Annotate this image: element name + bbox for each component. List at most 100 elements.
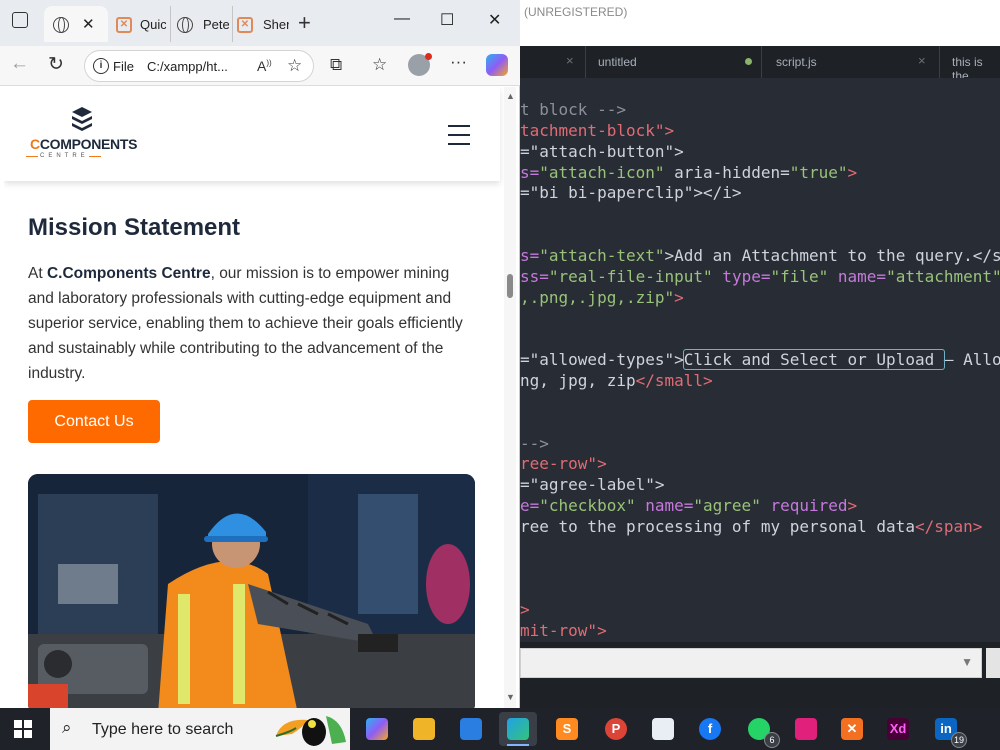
browser-tab[interactable]: ✕ Quic (110, 6, 168, 42)
code-token: required (760, 496, 848, 516)
maximize-button[interactable]: ☐ (440, 10, 454, 30)
favorite-star-icon[interactable]: ☆ (287, 56, 302, 76)
code-token: > (674, 287, 684, 307)
company-name: C.Components Centre (46, 265, 211, 282)
code-token: "attachment" (886, 266, 1000, 286)
close-icon[interactable]: × (918, 53, 926, 68)
code-line[interactable]: > (520, 600, 530, 619)
browser-window: ✕ ✕ Quic Pete ✕ Sher + — ☐ ✕ ← ↻ i File … (0, 0, 520, 708)
notification-badge: 19 (951, 732, 967, 748)
code-token: ="allowed-types"> (520, 350, 684, 370)
taskbar-search[interactable]: ⌕ Type here to search (50, 708, 350, 750)
browser-tab-label: Quic (140, 17, 166, 32)
close-icon[interactable]: × (566, 53, 574, 68)
taskbar-app-store[interactable] (452, 712, 490, 746)
find-input[interactable]: ▼ (520, 648, 982, 678)
logo-wordmark[interactable]: CCOMPONENTS (30, 136, 137, 152)
active-indicator (507, 744, 529, 746)
code-token: type= (712, 266, 771, 286)
code-token: --> (520, 433, 549, 453)
page-scrollbar[interactable]: ▲ ▼ (504, 87, 516, 708)
copilot-icon[interactable] (486, 54, 508, 76)
hamburger-menu-icon[interactable] (448, 125, 470, 145)
taskbar-app-file-explorer[interactable] (405, 712, 443, 746)
more-menu-icon[interactable]: ··· (450, 52, 467, 72)
code-line[interactable]: ="attach-button"> (520, 142, 684, 161)
address-bar[interactable]: i File C:/xampp/ht... A)) ☆ (84, 50, 314, 82)
code-line[interactable]: --> (520, 434, 549, 453)
taskbar: ⌕ Type here to search S Pf 6 ✕ Xd in 19 (0, 708, 1000, 750)
scrollbar-thumb[interactable] (507, 274, 513, 298)
taskbar-app-paint[interactable] (644, 712, 682, 746)
code-token: s= (520, 162, 540, 182)
code-line[interactable]: ss="real-file-input" type="file" name="a… (520, 267, 1000, 286)
editor-tab-other[interactable]: this is the (940, 46, 1000, 83)
taskbar-app-xampp[interactable]: ✕ (833, 712, 871, 746)
find-button[interactable] (986, 648, 1000, 678)
info-icon[interactable]: i (93, 58, 109, 74)
windows-start-icon[interactable] (14, 720, 32, 738)
taskbar-app-edge[interactable] (499, 712, 537, 746)
taskbar-app-facebook[interactable]: f (691, 712, 729, 746)
close-icon[interactable]: ✕ (82, 15, 95, 33)
editor-tab[interactable]: × (520, 46, 586, 78)
logo-word-rest: COMPONENTS (39, 136, 138, 152)
code-line[interactable]: ="allowed-types">Click and Select or Upl… (520, 349, 1000, 371)
editor-tab-script[interactable]: script.js × (762, 46, 940, 78)
pen-tool-icon (795, 718, 817, 740)
taskbar-app-pen-tool[interactable] (787, 712, 825, 746)
code-line[interactable]: t block --> (520, 100, 626, 119)
code-token: "checkbox" (539, 496, 636, 516)
code-line[interactable]: ree to the processing of my personal dat… (520, 517, 982, 536)
refresh-icon[interactable]: ↻ (48, 53, 64, 76)
new-tab-button[interactable]: + (298, 10, 311, 36)
favorites-icon[interactable]: ☆ (372, 55, 387, 75)
scroll-down-arrow-icon[interactable]: ▼ (506, 692, 515, 702)
chevron-down-icon[interactable]: ▼ (961, 655, 973, 669)
code-token: ree to the processing of my personal dat… (520, 517, 915, 536)
code-line[interactable]: ree-row"> (520, 454, 607, 473)
code-line[interactable]: e="checkbox" name="agree" required> (520, 496, 857, 515)
code-line[interactable]: tachment-block"> (520, 121, 674, 140)
taskbar-app-adobe-xd[interactable]: Xd (879, 712, 917, 746)
code-token: >Add an Attachment to the query.</s (664, 245, 1000, 265)
editor-tab-label: script.js (776, 55, 817, 69)
close-window-button[interactable]: ✕ (488, 10, 501, 30)
facebook-icon: f (699, 718, 721, 740)
code-token: ="bi bi-paperclip"></i> (520, 183, 742, 203)
code-token: ng, jpg, zip (520, 371, 636, 391)
taskbar-app-copilot[interactable] (358, 712, 396, 746)
contact-us-button[interactable]: Contact Us (28, 400, 160, 443)
logo-icon (72, 107, 92, 131)
highlighted-selection: Click and Select or Upload (682, 349, 945, 371)
code-line[interactable]: ="agree-label"> (520, 475, 665, 494)
code-token: > (520, 600, 530, 620)
code-token: ="agree-label"> (520, 475, 665, 495)
code-line[interactable]: ng, jpg, zip</small> (520, 371, 713, 390)
extensions-icon[interactable]: ⧉ (330, 55, 342, 75)
editor-tab-untitled[interactable]: untitled (586, 46, 762, 78)
search-placeholder: Type here to search (92, 721, 234, 738)
taskbar-app-linkedin[interactable]: in 19 (927, 712, 967, 748)
read-aloud-icon[interactable]: A)) (257, 58, 272, 74)
browser-tab[interactable]: ✕ Sher (232, 6, 290, 42)
browser-tab-active[interactable]: ✕ (44, 6, 108, 42)
code-line[interactable]: ,.png,.jpg,.zip"> (520, 288, 684, 307)
taskbar-app-whatsapp[interactable]: 6 (740, 712, 780, 748)
code-token: name= (635, 496, 694, 516)
code-line[interactable]: s="attach-icon" aria-hidden="true"> (520, 163, 857, 182)
browser-tab[interactable]: Pete (170, 6, 230, 42)
taskbar-app-sublime-text[interactable]: S (548, 712, 586, 746)
back-arrow-icon[interactable]: ← (10, 53, 29, 75)
taskbar-app-chrome[interactable]: P (597, 712, 635, 746)
scroll-up-arrow-icon[interactable]: ▲ (506, 91, 515, 101)
toucan-highlight-icon (272, 710, 350, 750)
tab-actions-icon[interactable] (12, 12, 28, 28)
code-line[interactable]: ="bi bi-paperclip"></i> (520, 183, 742, 202)
editor-tab-label: untitled (598, 55, 637, 69)
code-line[interactable]: s="attach-text">Add an Attachment to the… (520, 246, 1000, 265)
minimize-button[interactable]: — (394, 10, 410, 28)
code-line[interactable]: mit-row"> (520, 621, 607, 640)
url-text[interactable]: C:/xampp/ht... (147, 59, 228, 74)
code-token: "file" (770, 266, 829, 286)
